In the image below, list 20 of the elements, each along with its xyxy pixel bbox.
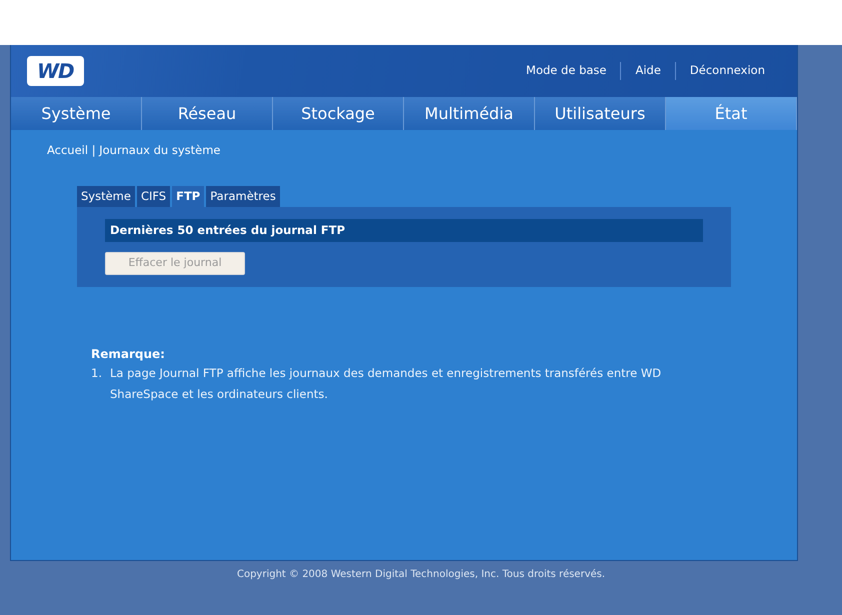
header-link[interactable]: Mode de base — [512, 62, 620, 80]
note-text: La page Journal FTP affiche les journaux des demandes et enregistrements transférés entre WD ShareSpace et les ordinateurs clients. — [110, 365, 662, 404]
nav-tab[interactable]: Multimédia — [404, 97, 535, 130]
nav-tab[interactable]: État — [666, 97, 797, 130]
panel-title: Dernières 50 entrées du journal FTP — [105, 218, 703, 242]
list-number: 1. — [91, 365, 102, 382]
sub-tab[interactable]: Système — [77, 186, 135, 207]
breadcrumb: Accueil | Journaux du système — [46, 142, 220, 159]
nav-tab[interactable]: Utilisateurs — [535, 97, 666, 130]
note-title: Remarque: — [91, 346, 165, 361]
sub-tab[interactable]: CIFS — [136, 186, 170, 207]
nav-tab[interactable]: Réseau — [142, 97, 273, 130]
nav-tab[interactable]: Stockage — [273, 97, 404, 130]
nav-tab[interactable]: Système — [11, 97, 142, 130]
header-link[interactable]: Déconnexion — [674, 62, 779, 80]
sub-tab[interactable]: FTP — [172, 186, 204, 207]
copyright-text: Copyright © 2008 Western Digital Technologies, Inc. Tous droits réservés. — [236, 568, 606, 582]
header-link[interactable]: Aide — [620, 62, 675, 80]
logo: WD — [27, 56, 84, 86]
sub-tab[interactable]: Paramètres — [206, 186, 280, 207]
